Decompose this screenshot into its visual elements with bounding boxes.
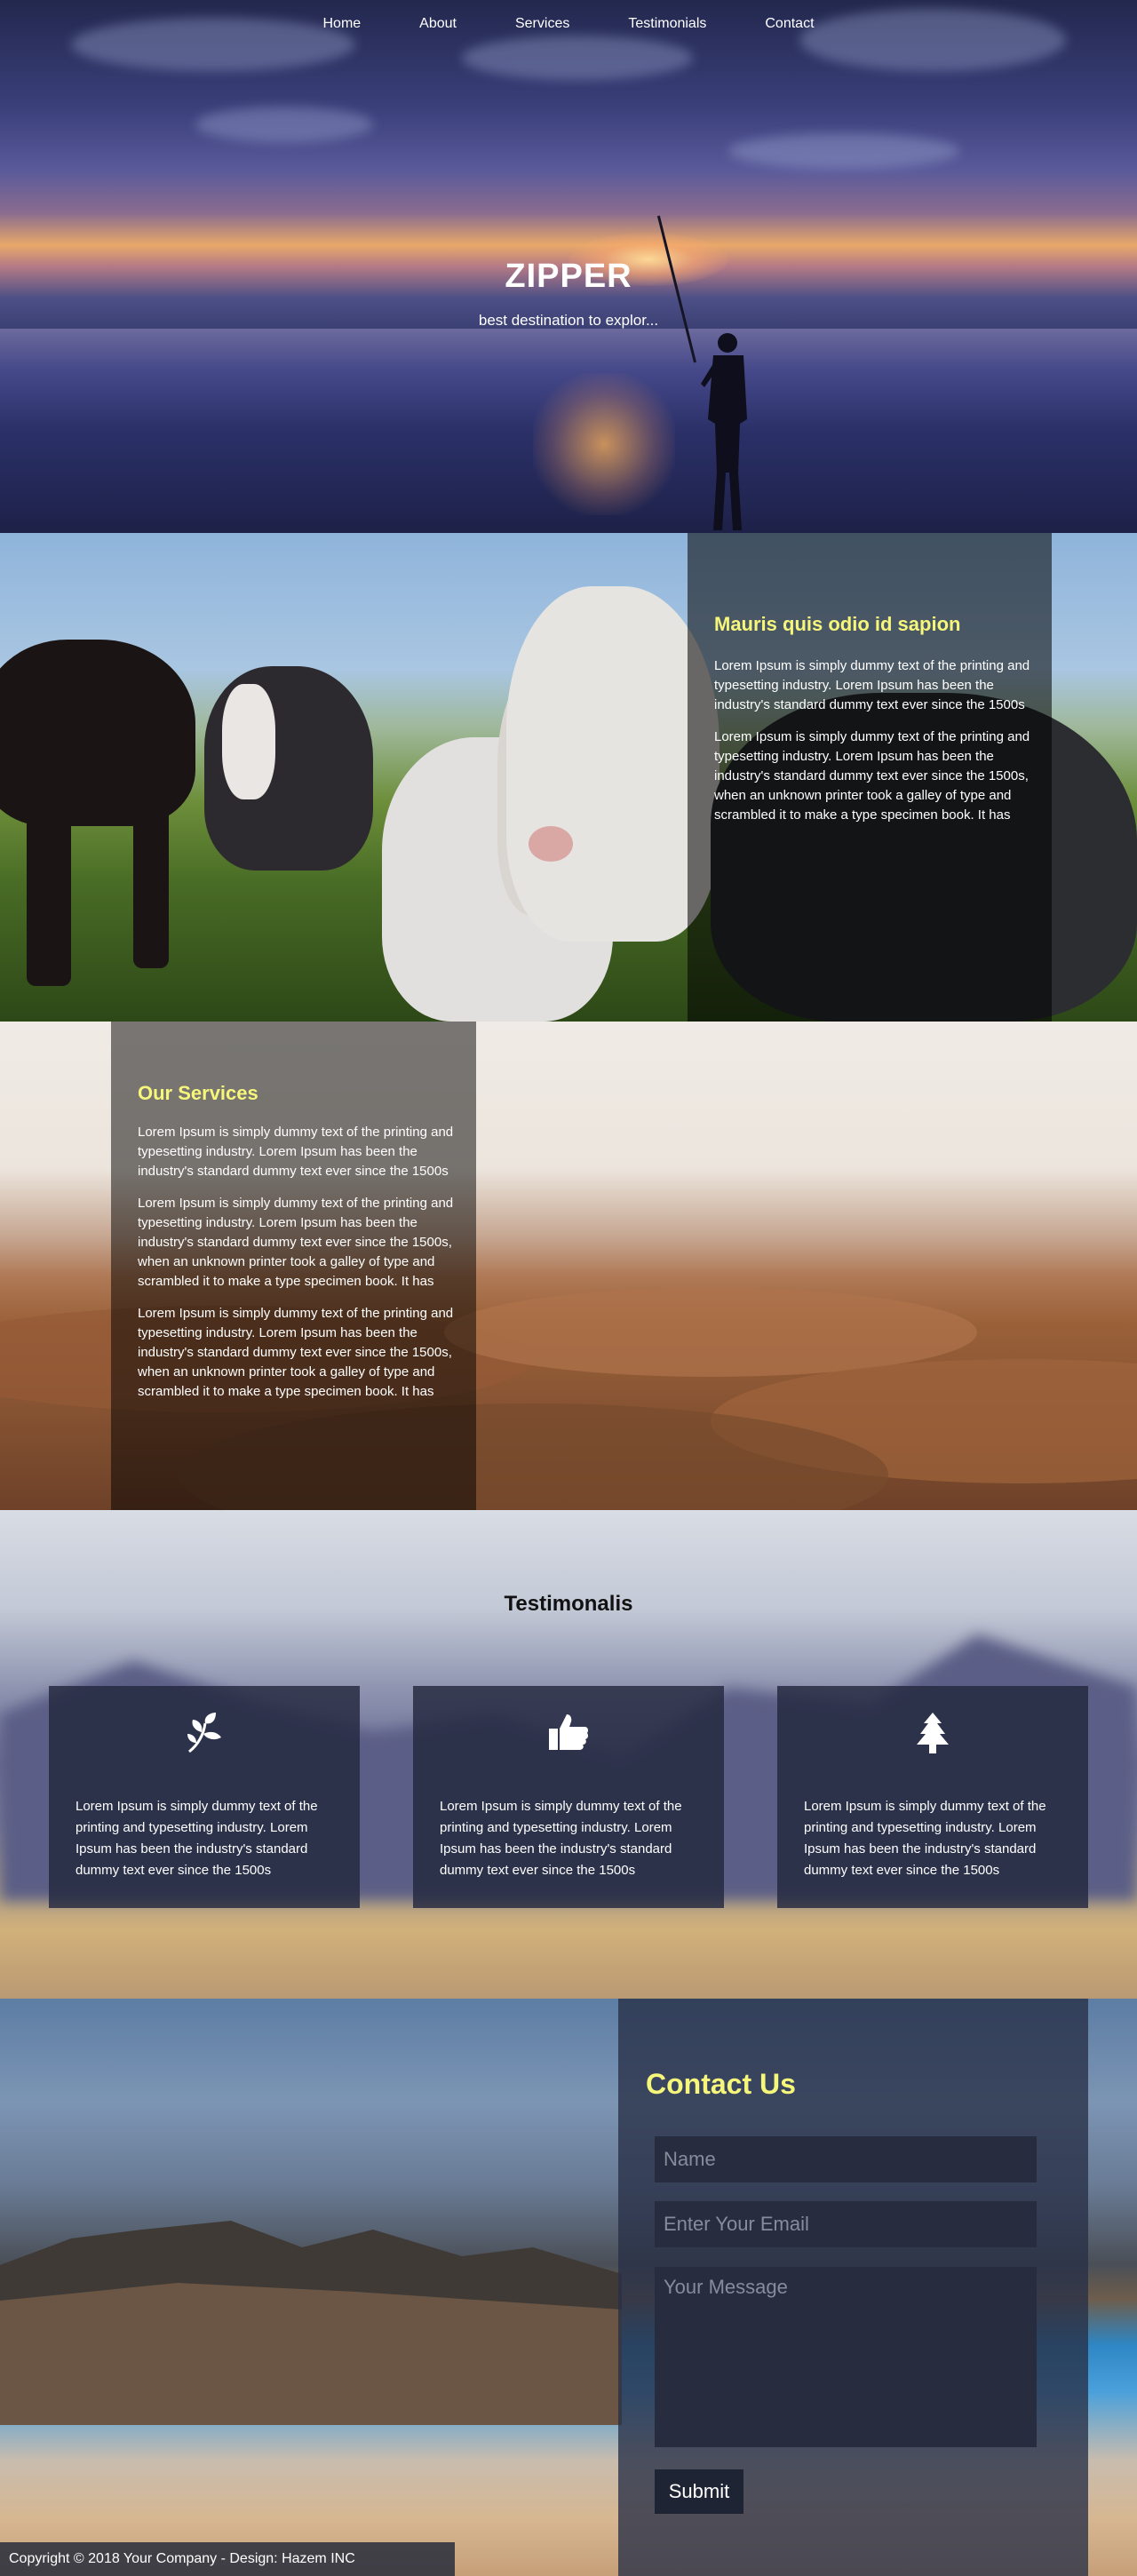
about-text: Lorem Ipsum is simply dummy text of the … bbox=[714, 644, 1034, 825]
nav-item-testimonials[interactable]: Testimonials bbox=[628, 16, 706, 50]
services-paragraph: Lorem Ipsum is simply dummy text of the … bbox=[138, 1125, 454, 1179]
services-heading: Our Services bbox=[138, 1082, 258, 1104]
testimonial-text: Lorem Ipsum is simply dummy text of the … bbox=[804, 1799, 1046, 1878]
horse-leg-shape bbox=[27, 799, 71, 986]
horse-leg-shape bbox=[133, 799, 169, 968]
nav-item-services[interactable]: Services bbox=[515, 16, 569, 50]
nav-list: Home About Services Testimonials Contact bbox=[293, 16, 843, 50]
horse-blaze-shape bbox=[222, 684, 275, 799]
testimonial-text: Lorem Ipsum is simply dummy text of the … bbox=[76, 1799, 318, 1878]
email-field[interactable] bbox=[655, 2201, 1037, 2247]
testimonials-section: Testimonalis Lorem Ipsum is simply dummy… bbox=[0, 1510, 1137, 1999]
thumbs-up-icon bbox=[413, 1711, 724, 1758]
services-paragraph: Lorem Ipsum is simply dummy text of the … bbox=[138, 1306, 454, 1399]
nav-item-home[interactable]: Home bbox=[322, 16, 361, 50]
about-paragraph: Lorem Ipsum is simply dummy text of the … bbox=[714, 729, 1030, 823]
hero-title: ZIPPER bbox=[505, 258, 632, 295]
fisherman-silhouette bbox=[701, 333, 747, 530]
hero-section: ZIPPER best destination to explor... bbox=[0, 0, 1137, 533]
services-section: Our Services Lorem Ipsum is simply dummy… bbox=[0, 1022, 1137, 1510]
name-field[interactable] bbox=[655, 2136, 1037, 2182]
cloud-shape bbox=[195, 107, 373, 142]
hero-subtitle: best destination to explor... bbox=[478, 312, 659, 329]
tree-icon bbox=[777, 1711, 1088, 1760]
about-section: Mauris quis odio id sapion Lorem Ipsum i… bbox=[0, 533, 1137, 1022]
testimonial-card: Lorem Ipsum is simply dummy text of the … bbox=[413, 1686, 724, 1908]
horse-shape bbox=[0, 640, 195, 826]
sun-reflection bbox=[533, 373, 675, 515]
contact-section: Contact Us Submit bbox=[0, 1999, 1137, 2576]
about-text-box: Mauris quis odio id sapion Lorem Ipsum i… bbox=[688, 533, 1052, 1022]
submit-button[interactable]: Submit bbox=[655, 2469, 743, 2514]
about-paragraph: Lorem Ipsum is simply dummy text of the … bbox=[714, 658, 1030, 712]
services-text-box: Our Services Lorem Ipsum is simply dummy… bbox=[111, 1022, 476, 1510]
testimonial-card: Lorem Ipsum is simply dummy text of the … bbox=[49, 1686, 360, 1908]
contact-form-box: Contact Us Submit bbox=[618, 1999, 1088, 2576]
testimonials-title: Testimonalis bbox=[504, 1592, 633, 1616]
testimonial-text: Lorem Ipsum is simply dummy text of the … bbox=[440, 1799, 682, 1878]
leaf-icon bbox=[49, 1711, 360, 1760]
main-nav: Home About Services Testimonials Contact bbox=[0, 0, 1137, 50]
hero-text: ZIPPER best destination to explor... bbox=[0, 258, 1137, 330]
services-text: Lorem Ipsum is simply dummy text of the … bbox=[138, 1110, 457, 1402]
copyright-text: Copyright © 2018 Your Company - Design: … bbox=[9, 2551, 355, 2566]
nav-item-about[interactable]: About bbox=[419, 16, 457, 50]
cloud-shape bbox=[728, 133, 959, 169]
contact-title: Contact Us bbox=[646, 2068, 796, 2100]
horse-muzzle-shape bbox=[529, 826, 573, 862]
about-heading: Mauris quis odio id sapion bbox=[714, 613, 961, 635]
services-paragraph: Lorem Ipsum is simply dummy text of the … bbox=[138, 1196, 454, 1289]
footer: Copyright © 2018 Your Company - Design: … bbox=[0, 2542, 455, 2576]
message-field[interactable] bbox=[655, 2267, 1037, 2447]
nav-item-contact[interactable]: Contact bbox=[765, 16, 814, 50]
testimonial-card: Lorem Ipsum is simply dummy text of the … bbox=[777, 1686, 1088, 1908]
